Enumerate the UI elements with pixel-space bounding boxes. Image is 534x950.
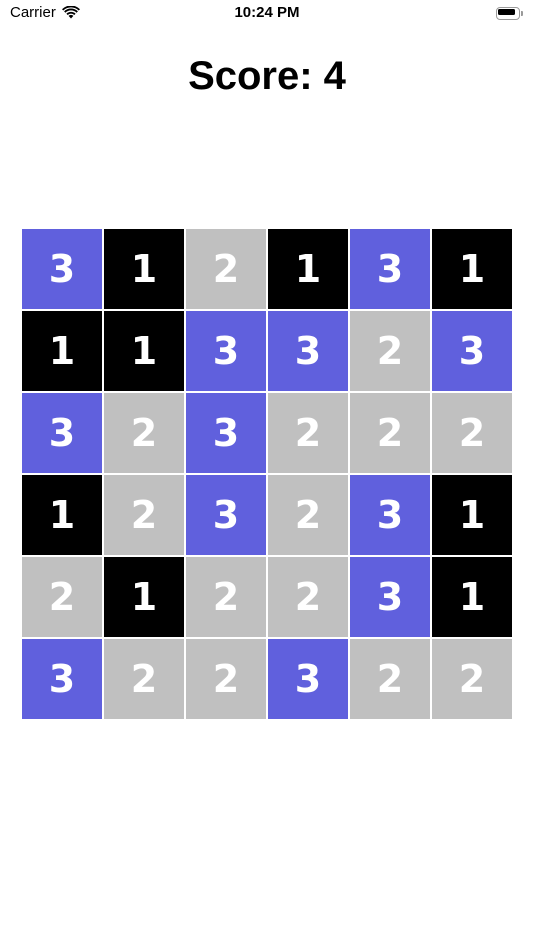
board-tile[interactable]: 2 (267, 556, 349, 638)
board-tile[interactable]: 3 (185, 474, 267, 556)
board-tile[interactable]: 2 (267, 392, 349, 474)
board-tile[interactable]: 1 (103, 228, 185, 310)
status-time: 10:24 PM (234, 4, 300, 21)
board-tile[interactable]: 1 (431, 228, 513, 310)
board-tile[interactable]: 2 (103, 638, 185, 720)
board-tile[interactable]: 2 (185, 638, 267, 720)
board-tile[interactable]: 3 (431, 310, 513, 392)
score-label: Score: 4 (188, 54, 346, 98)
board-tile[interactable]: 3 (185, 310, 267, 392)
board-tile[interactable]: 3 (21, 638, 103, 720)
status-bar: Carrier 10:24 PM (0, 0, 534, 30)
board-tile[interactable]: 2 (103, 392, 185, 474)
board-tile[interactable]: 3 (349, 556, 431, 638)
board-tile[interactable]: 1 (431, 474, 513, 556)
board-tile[interactable]: 1 (103, 310, 185, 392)
board-tile[interactable]: 1 (103, 556, 185, 638)
battery-icon (496, 7, 524, 21)
board-tile[interactable]: 3 (185, 392, 267, 474)
board-tile[interactable]: 2 (431, 392, 513, 474)
board-tile[interactable]: 2 (349, 310, 431, 392)
board-tile[interactable]: 2 (431, 638, 513, 720)
board-tile[interactable]: 2 (21, 556, 103, 638)
board-tile[interactable]: 3 (349, 474, 431, 556)
game-board: 312131113323323222123231212231322322 (21, 228, 513, 720)
board-tile[interactable]: 3 (21, 392, 103, 474)
board-tile[interactable]: 2 (185, 556, 267, 638)
board-tile[interactable]: 3 (267, 638, 349, 720)
board-tile[interactable]: 1 (431, 556, 513, 638)
board-tile[interactable]: 2 (185, 228, 267, 310)
board-tile[interactable]: 1 (21, 474, 103, 556)
board-tile[interactable]: 3 (349, 228, 431, 310)
board-tile[interactable]: 2 (349, 638, 431, 720)
board-tile[interactable]: 2 (103, 474, 185, 556)
board-tile[interactable]: 1 (267, 228, 349, 310)
board-tile[interactable]: 2 (267, 474, 349, 556)
board-tile[interactable]: 1 (21, 310, 103, 392)
board-tile[interactable]: 3 (267, 310, 349, 392)
board-tile[interactable]: 2 (349, 392, 431, 474)
board-tile[interactable]: 3 (21, 228, 103, 310)
